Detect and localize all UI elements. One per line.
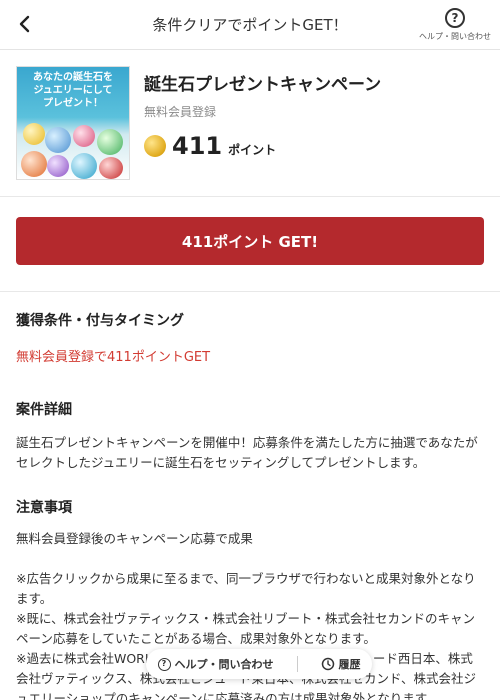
coin-icon xyxy=(144,135,166,157)
campaign-content: 獲得条件・付与タイミング 無料会員登録で411ポイントGET 案件詳細 誕生石プ… xyxy=(0,310,500,700)
campaign-image-text: あなたの誕生石を ジュエリーにして プレゼント！ xyxy=(19,71,127,110)
history-icon xyxy=(321,657,334,671)
get-button-area: 411ポイント GET! xyxy=(0,197,500,292)
points-unit: ポイント xyxy=(228,142,277,157)
points-display: 411 ポイント xyxy=(144,132,484,160)
gem-decoration xyxy=(45,127,71,153)
campaign-info: 誕生石プレゼントキャンペーン 無料会員登録 411 ポイント xyxy=(144,66,484,182)
gem-decoration xyxy=(23,123,45,145)
conditions-heading: 獲得条件・付与タイミング xyxy=(16,313,184,329)
details-heading: 案件詳細 xyxy=(16,402,72,418)
image-text-line: プレゼント！ xyxy=(43,98,103,109)
points-value: 411 xyxy=(172,132,223,160)
back-arrow-icon xyxy=(19,15,30,33)
notes-line: 無料会員登録後のキャンペーン応募で成果 xyxy=(16,531,253,546)
conditions-text: 無料会員登録で411ポイントGET xyxy=(16,350,211,365)
campaign-title: 誕生石プレゼントキャンペーン xyxy=(144,75,382,95)
gem-decoration xyxy=(73,125,95,147)
gem-decoration xyxy=(99,157,123,179)
help-button[interactable]: ? ヘルプ・問い合わせ xyxy=(418,8,492,42)
help-icon: ? xyxy=(445,8,465,28)
notes-heading: 注意事項 xyxy=(16,500,72,516)
back-button[interactable] xyxy=(14,12,36,36)
campaign-summary: あなたの誕生石を ジュエリーにして プレゼント！ 誕生石プレゼントキャンペーン … xyxy=(0,50,500,197)
image-text-line: あなたの誕生石を xyxy=(33,72,113,83)
gem-decoration xyxy=(21,151,47,177)
bottom-help-button[interactable]: ? ヘルプ・問い合わせ xyxy=(157,656,274,672)
gem-decoration xyxy=(97,129,123,155)
header-bar: 条件クリアでポイントGET！ ? ヘルプ・問い合わせ xyxy=(0,0,500,50)
details-text: 誕生石プレゼントキャンペーンを開催中！応募条件を満たした方に抽選であなたがセレク… xyxy=(16,435,478,470)
campaign-subtitle: 無料会員登録 xyxy=(144,105,217,119)
help-label: ヘルプ・問い合わせ xyxy=(419,32,491,41)
get-points-button[interactable]: 411ポイント GET! xyxy=(16,217,484,265)
bottom-help-label: ヘルプ・問い合わせ xyxy=(174,658,274,671)
gem-decoration xyxy=(71,153,97,179)
notes-line: ※広告クリックから成果に至るまで、同一ブラウザで行わないと成果対象外となります。 xyxy=(16,571,476,606)
gem-decoration xyxy=(47,155,69,177)
campaign-image: あなたの誕生石を ジュエリーにして プレゼント！ xyxy=(16,66,130,180)
history-label: 履歴 xyxy=(338,658,361,671)
image-text-line: ジュエリーにして xyxy=(33,85,113,96)
divider xyxy=(296,656,298,672)
notes-line: ※既に、株式会社ヴァティックス・株式会社リブート・株式会社セカンドのキャンペーン… xyxy=(16,611,475,646)
help-icon: ? xyxy=(157,657,171,671)
page-title: 条件クリアでポイントGET！ xyxy=(152,16,348,34)
history-button[interactable]: 履歴 xyxy=(321,656,361,672)
floating-bottom-bar: ? ヘルプ・問い合わせ 履歴 xyxy=(146,649,372,679)
